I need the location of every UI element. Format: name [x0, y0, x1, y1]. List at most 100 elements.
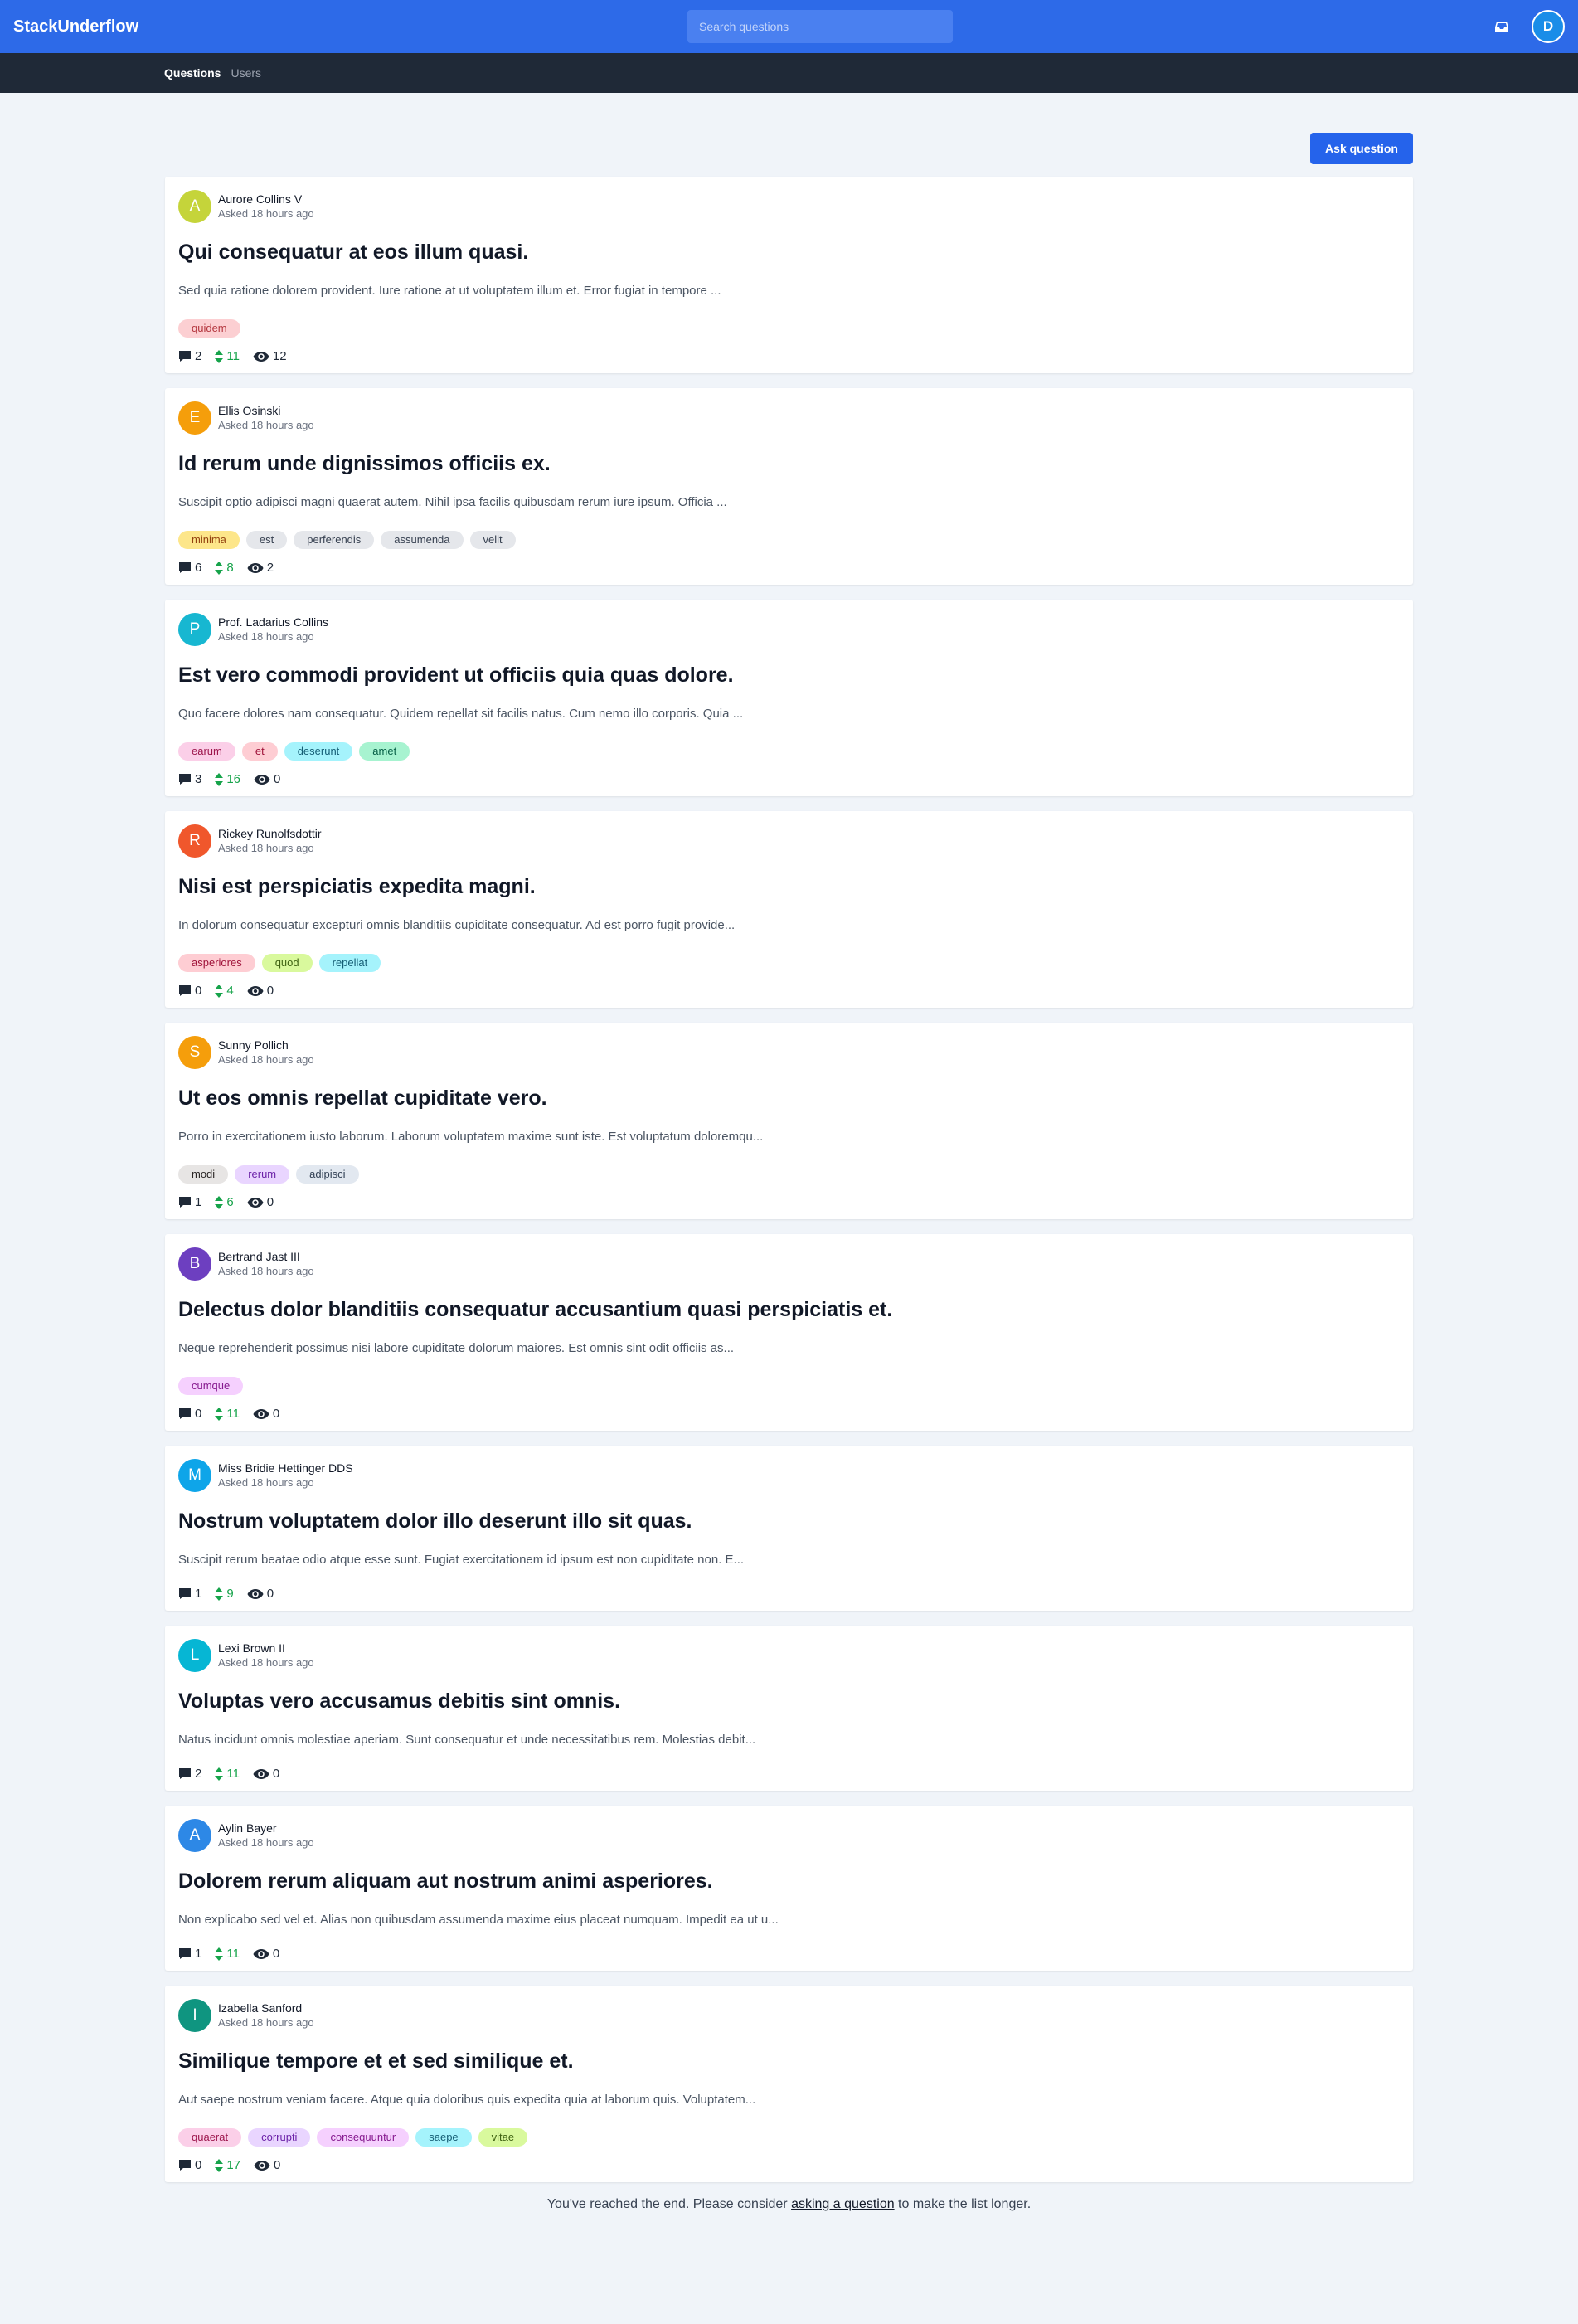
- tag[interactable]: rerum: [235, 1165, 290, 1184]
- question-stats: 3 16 0: [178, 772, 1400, 786]
- vote-icon: [215, 1587, 224, 1601]
- author-name[interactable]: Ellis Osinski: [218, 403, 314, 418]
- eye-icon: [253, 351, 269, 362]
- eye-icon: [247, 1197, 264, 1208]
- author-avatar[interactable]: I: [178, 1999, 211, 2032]
- tag[interactable]: quaerat: [178, 2128, 242, 2147]
- asked-time: Asked 18 hours ago: [218, 1656, 314, 1669]
- app-logo[interactable]: StackUnderflow: [13, 17, 138, 36]
- author-avatar[interactable]: E: [178, 401, 211, 435]
- tag[interactable]: corrupti: [248, 2128, 311, 2147]
- question-card[interactable]: L Lexi Brown II Asked 18 hours ago Voluptas…: [165, 1626, 1413, 1791]
- vote-icon: [215, 2158, 224, 2172]
- author-row: S Sunny Pollich Asked 18 hours ago: [178, 1036, 1400, 1069]
- question-excerpt: Non explicabo sed vel et. Alias non quib…: [178, 1913, 779, 1927]
- question-card[interactable]: S Sunny Pollich Asked 18 hours ago Ut eos o…: [165, 1023, 1413, 1219]
- question-title[interactable]: Nostrum voluptatem dolor illo deserunt i…: [178, 1509, 1400, 1534]
- tag[interactable]: minima: [178, 531, 240, 549]
- question-card[interactable]: P Prof. Ladarius Collins Asked 18 hours ag…: [165, 600, 1413, 796]
- inbox-icon[interactable]: [1495, 21, 1508, 32]
- tag[interactable]: est: [245, 531, 288, 549]
- question-stats: 2 11 0: [178, 1767, 1400, 1781]
- view-count-value: 2: [266, 561, 274, 575]
- tag[interactable]: cumque: [178, 1377, 244, 1395]
- nav-questions[interactable]: Questions: [164, 66, 221, 80]
- question-excerpt: Natus incidunt omnis molestiae aperiam. …: [178, 1733, 756, 1747]
- author-avatar[interactable]: A: [178, 1819, 211, 1852]
- tag[interactable]: et: [241, 742, 278, 761]
- tag[interactable]: assumenda: [381, 531, 464, 549]
- comment-count: 3: [178, 772, 201, 786]
- author-name[interactable]: Sunny Pollich: [218, 1038, 314, 1053]
- question-card[interactable]: M Miss Bridie Hettinger DDS Asked 18 hours…: [165, 1446, 1413, 1611]
- nav-users[interactable]: Users: [231, 66, 261, 80]
- question-stats: 1 11 0: [178, 1947, 1400, 1961]
- question-card[interactable]: A Aurore Collins V Asked 18 hours ago Qui c…: [165, 177, 1413, 373]
- author-name[interactable]: Prof. Ladarius Collins: [218, 615, 328, 630]
- author-row: I Izabella Sanford Asked 18 hours ago: [178, 1999, 1400, 2032]
- author-name[interactable]: Aurore Collins V: [218, 192, 314, 207]
- tag[interactable]: quidem: [178, 319, 240, 338]
- author-avatar[interactable]: B: [178, 1247, 211, 1281]
- tag[interactable]: asperiores: [178, 954, 255, 972]
- tag[interactable]: quod: [261, 954, 313, 972]
- question-title[interactable]: Delectus dolor blanditiis consequatur ac…: [178, 1297, 1400, 1322]
- question-title[interactable]: Voluptas vero accusamus debitis sint omn…: [178, 1689, 1400, 1714]
- tag-list: minima est perferendis assumenda velit: [178, 531, 1400, 549]
- question-card[interactable]: B Bertrand Jast III Asked 18 hours ago Dele…: [165, 1234, 1413, 1431]
- question-card[interactable]: E Ellis Osinski Asked 18 hours ago Id rerum…: [165, 388, 1413, 585]
- view-count: 0: [253, 1407, 279, 1421]
- tag[interactable]: repellat: [318, 954, 381, 972]
- author-avatar[interactable]: L: [178, 1639, 211, 1672]
- vote-count: 17: [215, 2158, 240, 2172]
- view-count: 0: [247, 984, 274, 998]
- question-title[interactable]: Dolorem rerum aliquam aut nostrum animi …: [178, 1869, 1400, 1894]
- question-card[interactable]: A Aylin Bayer Asked 18 hours ago Dolorem re…: [165, 1806, 1413, 1971]
- comment-icon: [178, 773, 192, 785]
- question-title[interactable]: Nisi est perspiciatis expedita magni.: [178, 874, 1400, 899]
- vote-count-value: 11: [226, 1407, 240, 1421]
- question-title[interactable]: Similique tempore et et sed similique et…: [178, 2049, 1400, 2074]
- author-avatar[interactable]: A: [178, 190, 211, 223]
- tag[interactable]: deserunt: [284, 742, 353, 761]
- author-name[interactable]: Izabella Sanford: [218, 2001, 314, 2015]
- user-avatar[interactable]: D: [1532, 10, 1565, 43]
- asked-time: Asked 18 hours ago: [218, 1053, 314, 1066]
- author-name[interactable]: Aylin Bayer: [218, 1821, 314, 1835]
- ask-question-link[interactable]: asking a question: [791, 2197, 895, 2211]
- question-list: A Aurore Collins V Asked 18 hours ago Qui c…: [165, 177, 1413, 2182]
- question-excerpt: Sed quia ratione dolorem provident. Iure…: [178, 284, 721, 298]
- view-count-value: 0: [272, 1407, 280, 1421]
- author-name[interactable]: Bertrand Jast III: [218, 1249, 314, 1264]
- author-avatar[interactable]: M: [178, 1459, 211, 1492]
- author-row: A Aurore Collins V Asked 18 hours ago: [178, 190, 1400, 223]
- question-excerpt: Suscipit optio adipisci magni quaerat au…: [178, 495, 727, 509]
- tag[interactable]: consequuntur: [317, 2128, 410, 2147]
- question-title[interactable]: Est vero commodi provident ut officiis q…: [178, 663, 1400, 688]
- tag[interactable]: adipisci: [296, 1165, 359, 1184]
- main-content: Ask question A Aurore Collins V Asked 18 h…: [165, 93, 1413, 2212]
- question-title[interactable]: Qui consequatur at eos illum quasi.: [178, 240, 1400, 265]
- question-card[interactable]: I Izabella Sanford Asked 18 hours ago Simil…: [165, 1986, 1413, 2182]
- tag[interactable]: velit: [469, 531, 516, 549]
- author-name[interactable]: Lexi Brown II: [218, 1641, 314, 1655]
- author-avatar[interactable]: S: [178, 1036, 211, 1069]
- question-title[interactable]: Id rerum unde dignissimos officiis ex.: [178, 451, 1400, 476]
- author-name[interactable]: Miss Bridie Hettinger DDS: [218, 1461, 353, 1476]
- tag[interactable]: amet: [359, 742, 410, 761]
- tag[interactable]: vitae: [478, 2128, 528, 2147]
- author-avatar[interactable]: R: [178, 824, 211, 858]
- tag[interactable]: perferendis: [294, 531, 375, 549]
- search-input[interactable]: [687, 10, 953, 43]
- tag[interactable]: modi: [178, 1165, 229, 1184]
- comment-icon: [178, 2159, 192, 2171]
- author-avatar[interactable]: P: [178, 613, 211, 646]
- tag[interactable]: saepe: [415, 2128, 472, 2147]
- view-count-value: 0: [272, 1767, 280, 1781]
- tag[interactable]: earum: [178, 742, 235, 761]
- view-count: 0: [253, 1947, 279, 1961]
- author-name[interactable]: Rickey Runolfsdottir: [218, 826, 322, 841]
- question-title[interactable]: Ut eos omnis repellat cupiditate vero.: [178, 1086, 1400, 1111]
- question-card[interactable]: R Rickey Runolfsdottir Asked 18 hours ago N…: [165, 811, 1413, 1008]
- ask-question-button[interactable]: Ask question: [1310, 133, 1413, 164]
